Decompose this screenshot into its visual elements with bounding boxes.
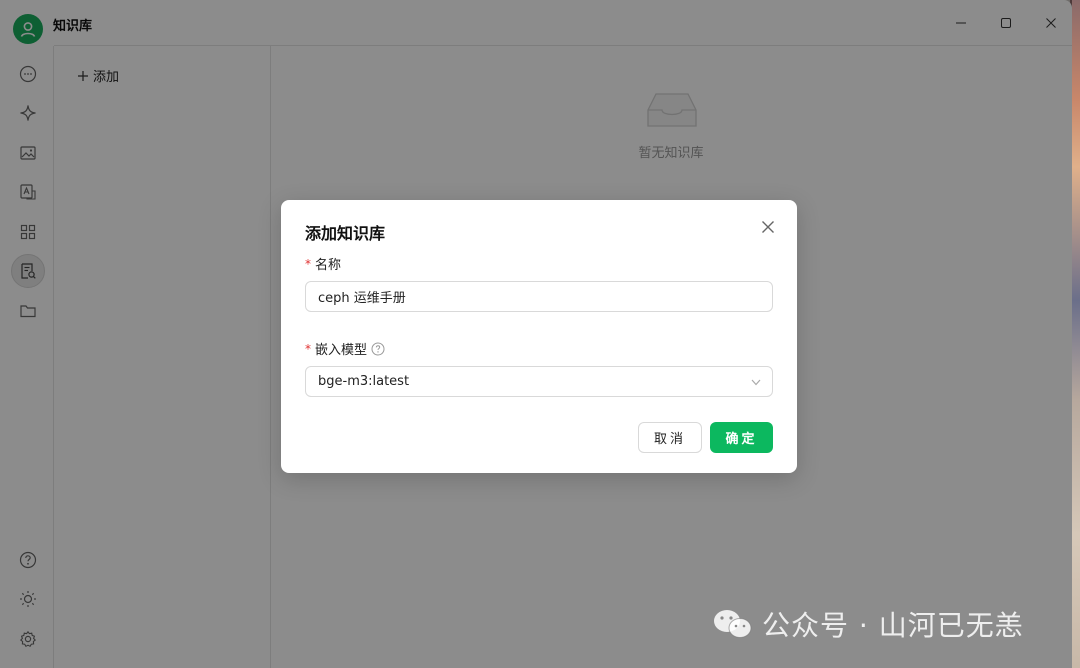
close-icon <box>762 221 774 233</box>
question-circle-icon[interactable] <box>371 342 385 356</box>
cancel-button[interactable]: 取消 <box>638 422 702 453</box>
model-select-value: bge-m3:latest <box>318 374 410 389</box>
confirm-button[interactable]: 确定 <box>710 422 773 453</box>
name-label-text: 名称 <box>315 258 342 273</box>
dialog-title: 添加知识库 <box>305 224 386 243</box>
embedding-model-select[interactable]: bge-m3:latest <box>305 366 773 397</box>
model-field-label: * 嵌入模型 <box>305 339 385 358</box>
add-knowledge-dialog: 添加知识库 * 名称 ceph 运维手册 * 嵌入模型 bge-m3:lates… <box>281 200 797 473</box>
name-field-label: * 名称 <box>305 254 342 274</box>
watermark-text: 公众号 · 山河已无恙 <box>762 609 1024 642</box>
name-input[interactable]: ceph 运维手册 <box>305 281 773 312</box>
required-marker: * <box>305 341 311 356</box>
model-label-text: 嵌入模型 <box>315 343 368 358</box>
wechat-icon <box>714 610 752 638</box>
chevron-down-icon <box>751 379 761 386</box>
dialog-close-button[interactable] <box>759 218 777 236</box>
name-input-value: ceph 运维手册 <box>318 291 406 306</box>
required-marker: * <box>305 256 311 271</box>
watermark: 公众号 · 山河已无恙 <box>712 604 1024 644</box>
